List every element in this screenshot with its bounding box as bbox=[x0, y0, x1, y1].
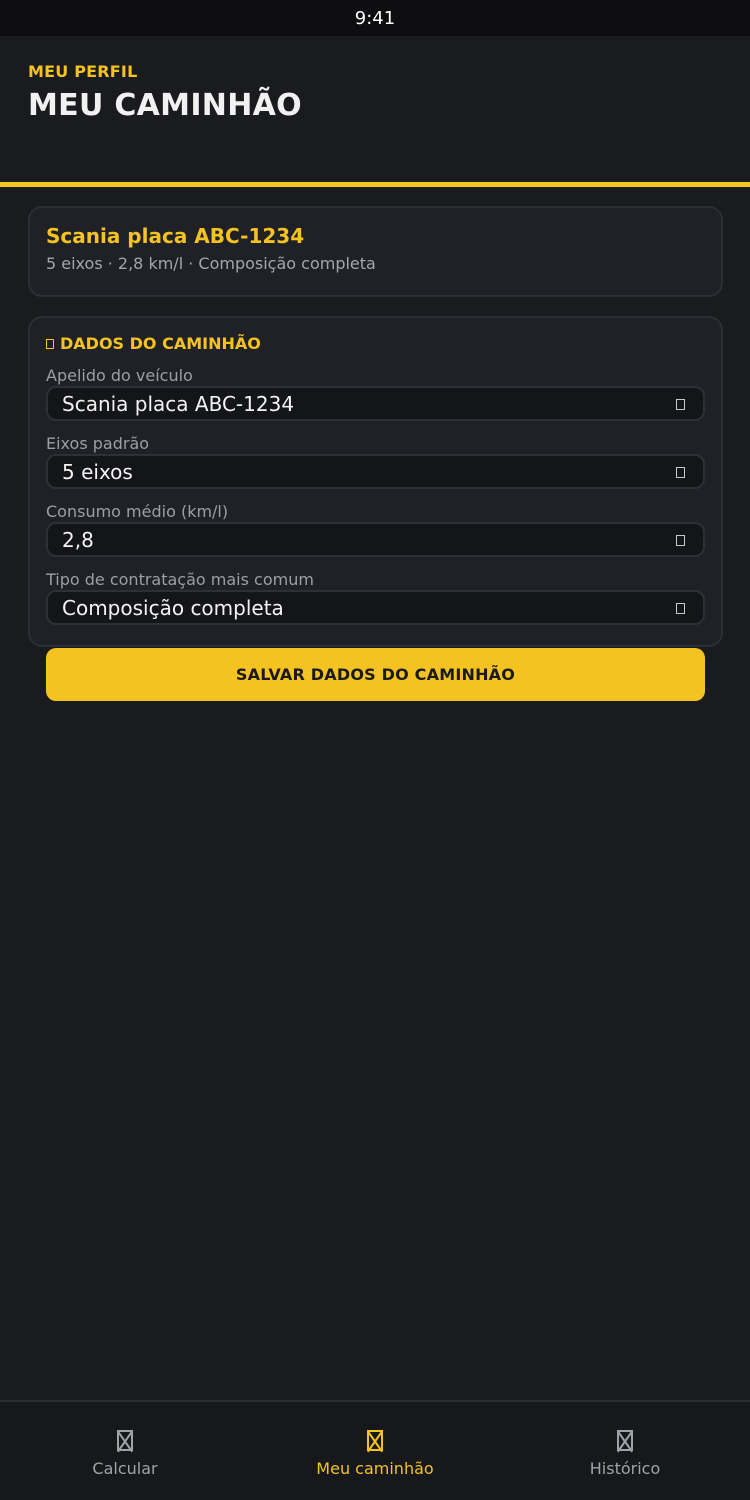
page-eyebrow: MEU PERFIL bbox=[28, 62, 138, 81]
consumption-value: 2,8 bbox=[62, 527, 94, 552]
axles-label: Eixos padrão bbox=[46, 434, 150, 453]
consumption-label: Consumo médio (km/l) bbox=[46, 502, 229, 521]
edit-icon bbox=[676, 398, 685, 410]
consumption-field[interactable]: 2,8 bbox=[46, 522, 705, 557]
vehicle-summary-card: Scania placa ABC-1234 5 eixos · 2,8 km/l… bbox=[28, 206, 723, 297]
nav-item-meu-caminhao[interactable]: Meu caminhão bbox=[250, 1402, 500, 1500]
nickname-label: Apelido do veículo bbox=[46, 366, 193, 385]
nav-label-historico: Histórico bbox=[589, 1459, 661, 1478]
form-section-title: DADOS DO CAMINHÃO bbox=[46, 334, 261, 353]
axles-value: 5 eixos bbox=[62, 459, 133, 484]
truck-icon bbox=[367, 1430, 383, 1451]
nav-label-calcular: Calcular bbox=[92, 1459, 158, 1478]
header-accent-divider bbox=[0, 182, 750, 187]
vehicle-summary-meta: 5 eixos · 2,8 km/l · Composição completa bbox=[46, 254, 376, 273]
nav-item-calcular[interactable]: Calcular bbox=[0, 1402, 250, 1500]
nickname-field[interactable]: Scania placa ABC-1234 bbox=[46, 386, 705, 421]
status-bar: 9:41 bbox=[0, 0, 750, 36]
truck-section-icon bbox=[46, 338, 54, 349]
contract-type-value: Composição completa bbox=[62, 595, 284, 620]
page-title: MEU CAMINHÃO bbox=[28, 88, 302, 123]
axles-select[interactable]: 5 eixos bbox=[46, 454, 705, 489]
nav-label-meu-caminhao: Meu caminhão bbox=[316, 1459, 434, 1478]
edit-icon bbox=[676, 534, 685, 546]
vehicle-summary-name: Scania placa ABC-1234 bbox=[46, 224, 305, 248]
chevron-down-icon bbox=[676, 466, 685, 478]
chevron-down-icon bbox=[676, 602, 685, 614]
nav-item-historico[interactable]: Histórico bbox=[500, 1402, 750, 1500]
truck-data-form: DADOS DO CAMINHÃO Apelido do veículo Sca… bbox=[28, 316, 723, 647]
page-header: MEU PERFIL MEU CAMINHÃO bbox=[0, 36, 750, 184]
status-time: 9:41 bbox=[354, 7, 396, 29]
save-truck-data-button[interactable]: SALVAR DADOS DO CAMINHÃO bbox=[46, 648, 705, 701]
contract-type-label: Tipo de contratação mais comum bbox=[46, 570, 314, 589]
calculator-icon bbox=[117, 1430, 133, 1451]
history-icon bbox=[617, 1430, 633, 1451]
nickname-value: Scania placa ABC-1234 bbox=[62, 391, 295, 416]
contract-type-select[interactable]: Composição completa bbox=[46, 590, 705, 625]
bottom-nav: Calcular Meu caminhão Histórico bbox=[0, 1400, 750, 1500]
form-section-title-text: DADOS DO CAMINHÃO bbox=[60, 334, 261, 353]
